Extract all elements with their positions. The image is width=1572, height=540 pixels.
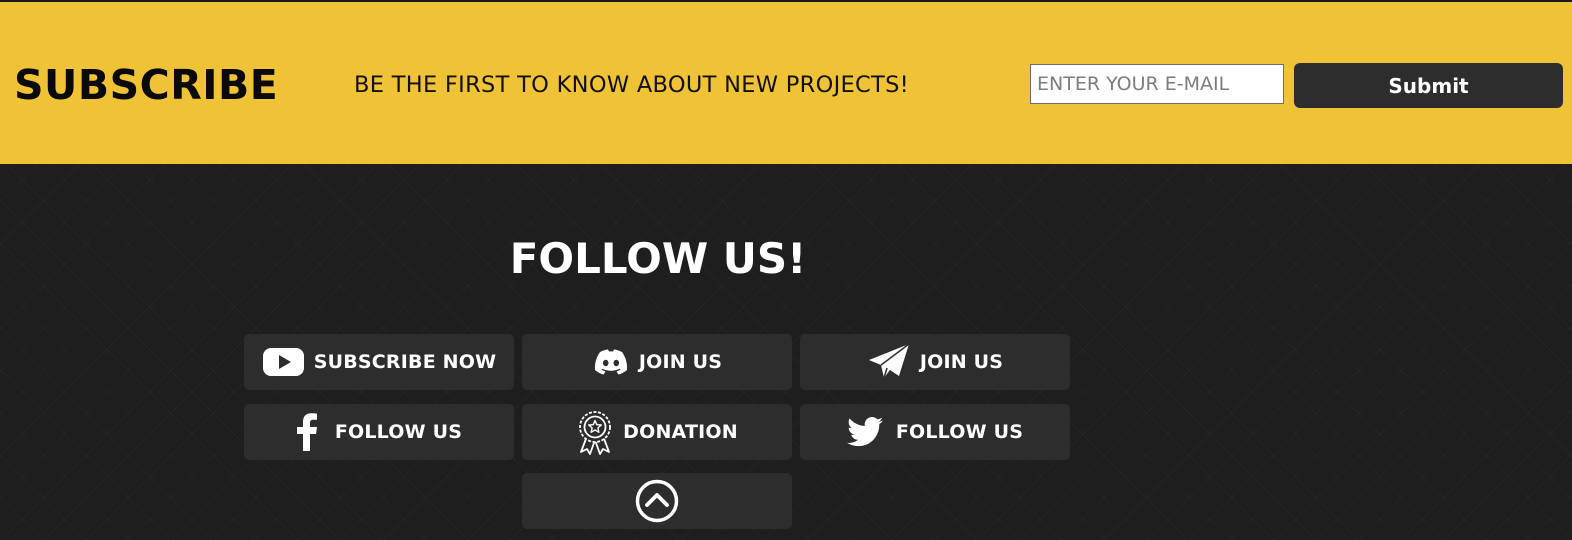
facebook-icon (296, 413, 318, 451)
back-to-top-button[interactable] (522, 473, 792, 529)
chevron-up-circle-icon (634, 478, 680, 524)
donation-badge-icon (576, 409, 614, 455)
button-label: DONATION (623, 420, 738, 443)
email-input[interactable] (1030, 64, 1284, 104)
button-label: JOIN US (638, 350, 723, 373)
follow-title: FOLLOW US! (509, 234, 807, 283)
twitter-follow-button[interactable]: FOLLOW US (800, 404, 1070, 460)
twitter-icon (846, 417, 883, 447)
button-label: SUBSCRIBE NOW (313, 350, 497, 373)
button-label: FOLLOW US (334, 420, 463, 443)
discord-icon (592, 347, 630, 377)
youtube-subscribe-button[interactable]: SUBSCRIBE NOW (244, 334, 514, 390)
subscribe-bar: SUBSCRIBE BE THE FIRST TO KNOW ABOUT NEW… (0, 0, 1572, 164)
page: SUBSCRIBE BE THE FIRST TO KNOW ABOUT NEW… (0, 0, 1572, 540)
discord-join-button[interactable]: JOIN US (522, 334, 792, 390)
button-label: FOLLOW US (895, 420, 1024, 443)
facebook-follow-button[interactable]: FOLLOW US (244, 404, 514, 460)
footer: FOLLOW US! SUBSCRIBE NOW JOIN US JOIN US… (0, 164, 1572, 540)
button-label: JOIN US (919, 350, 1004, 373)
subscribe-tagline: BE THE FIRST TO KNOW ABOUT NEW PROJECTS! (354, 72, 909, 98)
subscribe-title: SUBSCRIBE (14, 61, 279, 109)
submit-button[interactable]: Submit (1294, 63, 1563, 108)
donation-button[interactable]: DONATION (522, 404, 792, 460)
youtube-icon (262, 346, 305, 378)
telegram-join-button[interactable]: JOIN US (800, 334, 1070, 390)
telegram-icon (867, 342, 911, 382)
